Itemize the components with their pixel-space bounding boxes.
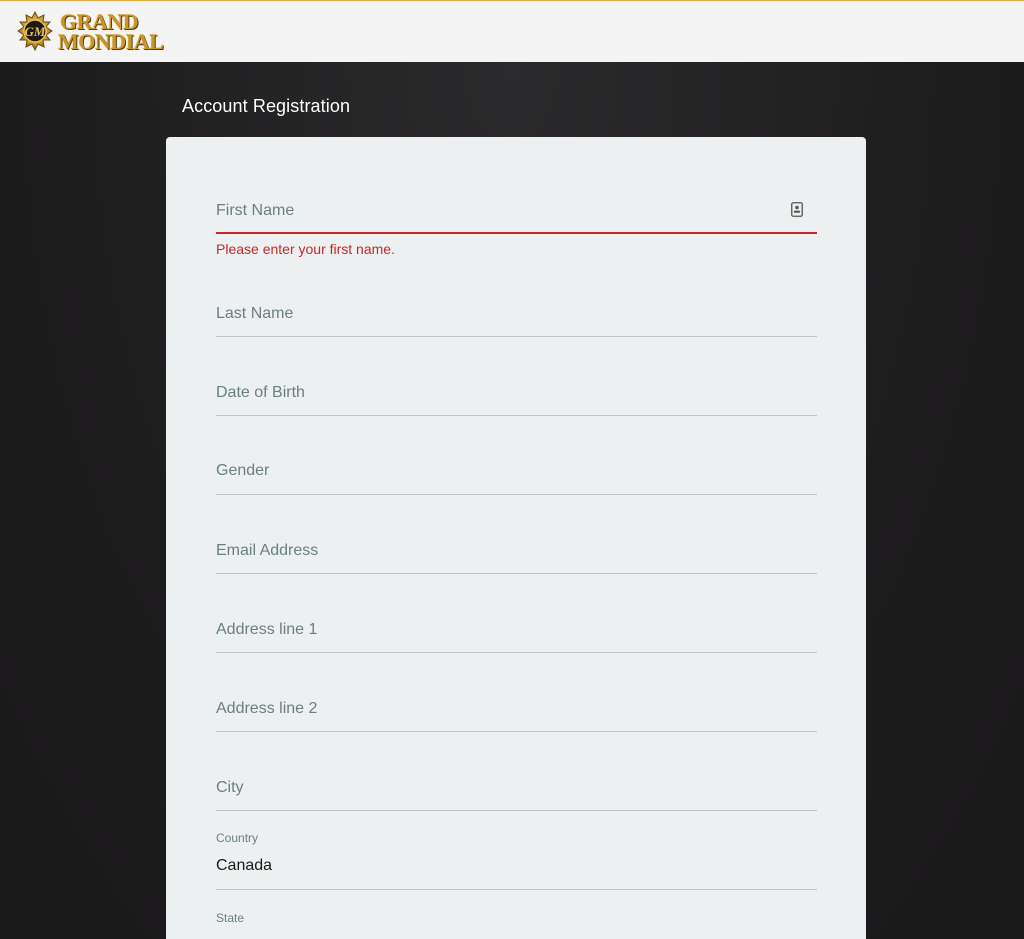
dob-placeholder: Date of Birth bbox=[216, 384, 305, 401]
svg-text:GM: GM bbox=[25, 24, 46, 39]
first-name-error: Please enter your first name. bbox=[216, 241, 395, 257]
last-name-placeholder: Last Name bbox=[216, 305, 294, 322]
state-label: State bbox=[216, 911, 245, 925]
city-field[interactable]: City bbox=[216, 761, 817, 811]
dob-field[interactable]: Date of Birth bbox=[216, 366, 817, 416]
country-value: Canada bbox=[216, 857, 273, 874]
registration-form-card: First Name Please enter your first name.… bbox=[166, 137, 866, 939]
last-name-field[interactable]: Last Name bbox=[216, 287, 817, 337]
crest-icon: GM bbox=[17, 10, 53, 52]
brand-logo[interactable]: GM GRAND MONDIAL bbox=[14, 9, 174, 55]
country-field[interactable]: Country Canada bbox=[216, 827, 817, 890]
contact-card-icon[interactable] bbox=[791, 202, 803, 217]
brand-line-2: MONDIAL bbox=[58, 29, 164, 54]
address-line-1-placeholder: Address line 1 bbox=[216, 621, 318, 638]
first-name-field[interactable]: First Name Please enter your first name. bbox=[216, 177, 817, 257]
top-bar: GM GRAND MONDIAL bbox=[0, 0, 1024, 62]
address-line-2-placeholder: Address line 2 bbox=[216, 700, 318, 717]
address-line-2-field[interactable]: Address line 2 bbox=[216, 682, 817, 732]
first-name-placeholder: First Name bbox=[216, 202, 295, 219]
city-placeholder: City bbox=[216, 779, 244, 796]
page-title: Account Registration bbox=[182, 96, 351, 116]
gender-field[interactable]: Gender bbox=[216, 445, 817, 495]
email-placeholder: Email Address bbox=[216, 542, 319, 559]
brand-wordmark: GRAND MONDIAL bbox=[58, 11, 164, 54]
country-label: Country bbox=[216, 831, 259, 845]
address-line-1-field[interactable]: Address line 1 bbox=[216, 603, 817, 653]
state-field[interactable]: State bbox=[216, 907, 817, 939]
gender-placeholder: Gender bbox=[216, 462, 270, 479]
email-field[interactable]: Email Address bbox=[216, 524, 817, 574]
